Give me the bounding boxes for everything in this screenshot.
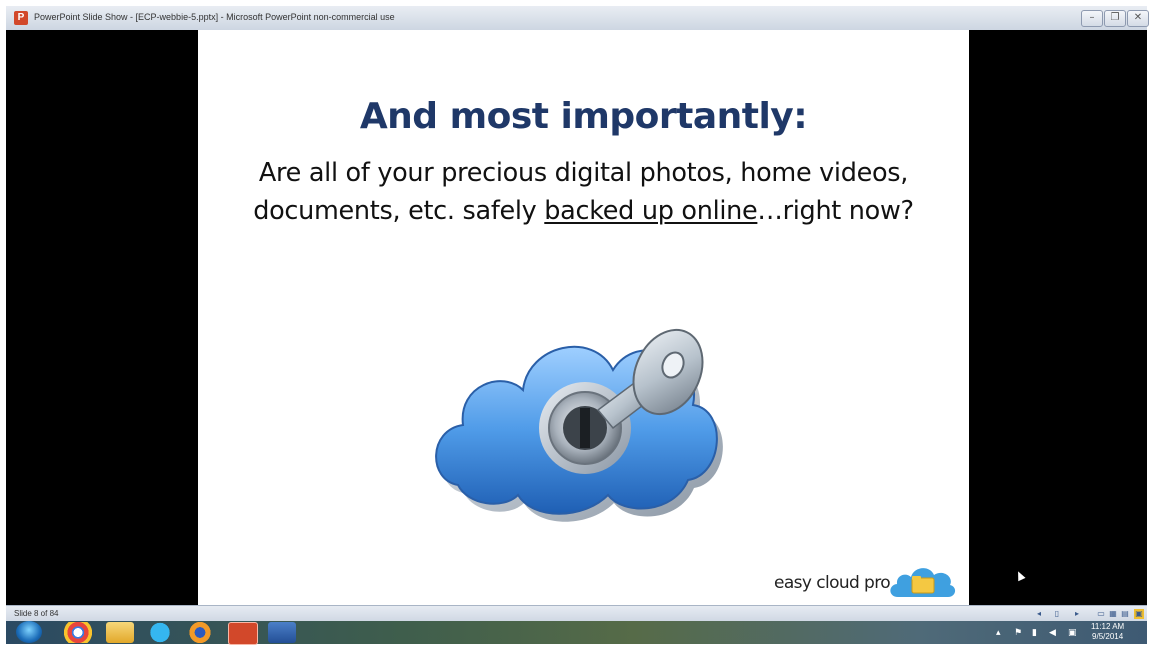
body-line-1: Are all of your precious digital photos,…: [258, 158, 909, 188]
windows-start-icon[interactable]: [16, 621, 42, 643]
slide[interactable]: And most importantly: Are all of your pr…: [198, 30, 969, 605]
skype-icon[interactable]: [146, 622, 174, 643]
tray-app-icon[interactable]: ▣: [1068, 628, 1077, 638]
network-icon[interactable]: ▮: [1032, 628, 1037, 638]
action-center-flag-icon[interactable]: ⚑: [1014, 628, 1022, 638]
backed-up-online-text: backed up online: [544, 196, 758, 226]
body-line-2: documents, etc. safely backed up online……: [198, 192, 969, 230]
minimize-button[interactable]: –: [1081, 10, 1103, 27]
menu-icon[interactable]: ▯: [1052, 609, 1062, 619]
slide-sorter-icon[interactable]: ▦: [1108, 609, 1118, 619]
windows-taskbar: ▴ ⚑ ▮ ◀ ▣ 11:12 AM 9/5/2014: [6, 621, 1147, 645]
powerpoint-icon: P: [14, 11, 28, 25]
mouse-cursor: [1014, 569, 1026, 582]
chrome-icon[interactable]: [64, 622, 92, 643]
window-titlebar: P PowerPoint Slide Show - [ECP-webbie-5.…: [6, 6, 1149, 31]
restore-button[interactable]: ❐: [1104, 10, 1126, 27]
body-line-2-pre: documents, etc. safely: [253, 196, 545, 226]
previous-slide-icon[interactable]: ◂: [1034, 609, 1044, 619]
slide-counter: Slide 8 of 84: [14, 609, 59, 618]
clock-date: 9/5/2014: [1092, 632, 1124, 641]
slide-heading: And most importantly:: [359, 96, 808, 137]
reading-view-icon[interactable]: ▤: [1120, 609, 1130, 619]
show-hidden-icons-icon[interactable]: ▴: [996, 628, 1001, 638]
cloud-folder-icon: [890, 568, 956, 597]
file-explorer-icon[interactable]: [106, 622, 134, 643]
system-clock[interactable]: 11:12 AM 9/5/2014: [1091, 622, 1124, 642]
body-line-2-post: …right now?: [757, 196, 914, 226]
easy-cloud-pro-logo: easy cloud pro: [770, 563, 960, 603]
capture-frame-right: [1147, 0, 1151, 647]
slideshow-area[interactable]: And most importantly: Are all of your pr…: [6, 30, 1147, 605]
close-button[interactable]: ✕: [1127, 10, 1149, 27]
cloud-with-key-image: [435, 328, 723, 522]
volume-icon[interactable]: ◀: [1049, 628, 1056, 638]
firefox-icon[interactable]: [186, 622, 214, 643]
next-slide-icon[interactable]: ▸: [1072, 609, 1082, 619]
slide-show-icon[interactable]: ▣: [1134, 609, 1144, 619]
slide-body-text: Are all of your precious digital photos,…: [198, 154, 969, 230]
brand-text: easy cloud pro: [774, 573, 891, 593]
status-bar: Slide 8 of 84 ◂ ▯ ▸ ▭ ▦ ▤ ▣: [6, 605, 1147, 622]
snowflake-app-icon[interactable]: [268, 622, 296, 643]
window-title: PowerPoint Slide Show - [ECP-webbie-5.pp…: [34, 12, 395, 22]
clock-time: 11:12 AM: [1091, 622, 1125, 631]
normal-view-icon[interactable]: ▭: [1096, 609, 1106, 619]
powerpoint-taskbar-icon[interactable]: [228, 622, 258, 645]
